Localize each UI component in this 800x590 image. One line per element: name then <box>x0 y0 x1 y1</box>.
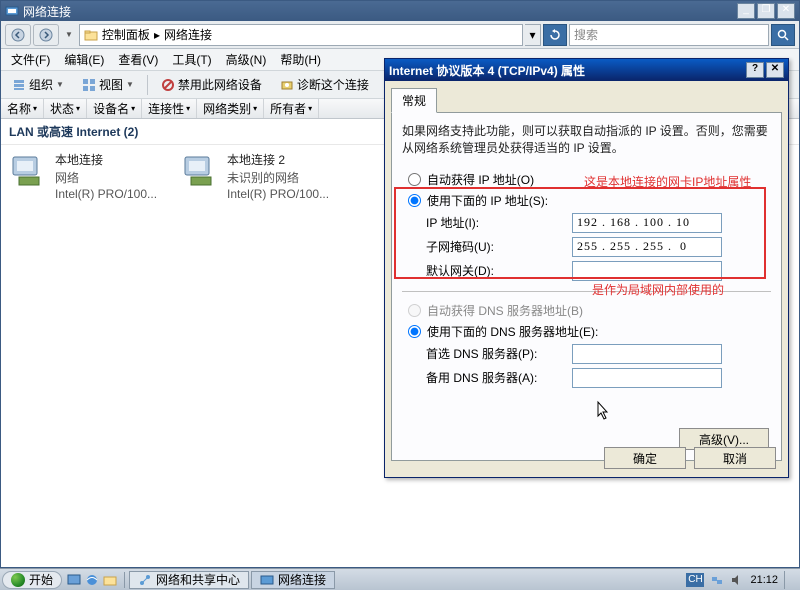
cancel-button[interactable]: 取消 <box>694 447 776 469</box>
address-bar: ▼ 控制面板 ▸ 网络连接 ▾ 搜索 <box>1 21 799 49</box>
address-dropdown[interactable]: ▾ <box>525 24 541 46</box>
tab-general[interactable]: 常规 <box>391 88 437 113</box>
folder-icon <box>84 28 98 42</box>
input-mask[interactable] <box>572 237 722 257</box>
col-status[interactable]: 状态▾ <box>44 99 87 118</box>
menu-help[interactable]: 帮助(H) <box>274 49 327 70</box>
col-device[interactable]: 设备名▾ <box>87 99 142 118</box>
start-button[interactable]: 开始 <box>2 571 62 589</box>
radio-manual-ip[interactable]: 使用下面的 IP 地址(S): <box>402 190 771 211</box>
address-input[interactable]: 控制面板 ▸ 网络连接 <box>79 24 523 46</box>
tray-volume-icon[interactable] <box>730 573 744 587</box>
task-icon <box>138 573 152 587</box>
radio-manual-ip-input[interactable] <box>408 194 421 207</box>
radio-auto-ip-input[interactable] <box>408 173 421 186</box>
task-network-sharing[interactable]: 网络和共享中心 <box>129 571 249 589</box>
dialog-help-button[interactable]: ? <box>746 62 764 78</box>
col-owner[interactable]: 所有者▾ <box>264 99 319 118</box>
connection-item-1[interactable]: 本地连接 网络 Intel(R) PRO/100... <box>9 151 157 201</box>
task-icon <box>260 573 274 587</box>
col-name[interactable]: 名称▾ <box>1 99 44 118</box>
show-desktop-button[interactable] <box>784 571 792 589</box>
titlebar[interactable]: 网络连接 _ ❐ ✕ <box>1 1 799 21</box>
annotation-text-1: 这是本地连接的网卡IP地址属性 <box>584 173 774 190</box>
quicklaunch-ie[interactable] <box>84 572 100 588</box>
forward-button[interactable] <box>33 24 59 46</box>
views-button[interactable]: 视图▼ <box>75 73 141 96</box>
tabstrip: 常规 <box>391 87 782 113</box>
radio-auto-dns: 自动获得 DNS 服务器地址(B) <box>402 300 771 321</box>
diagnose-icon <box>280 78 294 92</box>
breadcrumb-nc[interactable]: 网络连接 <box>164 26 212 43</box>
conn-name: 本地连接 2 <box>227 151 329 168</box>
minimize-button[interactable]: _ <box>737 3 755 19</box>
radio-manual-dns[interactable]: 使用下面的 DNS 服务器地址(E): <box>402 321 771 342</box>
tcpip-properties-dialog: Internet 协议版本 4 (TCP/IPv4) 属性 ? ✕ 常规 如果网… <box>384 58 789 478</box>
nic-icon <box>181 151 221 191</box>
menu-advanced[interactable]: 高级(N) <box>220 49 273 70</box>
search-input[interactable]: 搜索 <box>569 24 769 46</box>
annotation-text-2: 是作为局域网内部使用的 <box>592 281 724 298</box>
radio-manual-dns-input[interactable] <box>408 325 421 338</box>
menu-tools[interactable]: 工具(T) <box>166 49 217 70</box>
language-indicator[interactable]: CH <box>686 573 704 587</box>
label-dns2: 备用 DNS 服务器(A): <box>426 369 566 386</box>
maximize-button[interactable]: ❐ <box>757 3 775 19</box>
input-dns2[interactable] <box>572 368 722 388</box>
dialog-close-button[interactable]: ✕ <box>766 62 784 78</box>
col-category[interactable]: 网络类别▾ <box>197 99 264 118</box>
description-text: 如果网络支持此功能，则可以获取自动指派的 IP 设置。否则，您需要从网络系统管理… <box>402 123 771 157</box>
task-network-connections[interactable]: 网络连接 <box>251 571 335 589</box>
input-dns1[interactable] <box>572 344 722 364</box>
quicklaunch-desktop[interactable] <box>66 572 82 588</box>
views-icon <box>82 78 96 92</box>
system-tray: CH 21:12 <box>680 571 798 589</box>
dialog-titlebar[interactable]: Internet 协议版本 4 (TCP/IPv4) 属性 ? ✕ <box>385 59 788 81</box>
input-ip[interactable] <box>572 213 722 233</box>
disable-icon <box>161 78 175 92</box>
breadcrumb-cp[interactable]: 控制面板 <box>102 26 150 43</box>
window-icon <box>5 4 19 18</box>
label-gw: 默认网关(D): <box>426 262 566 279</box>
quicklaunch-explorer[interactable] <box>102 572 118 588</box>
connection-item-2[interactable]: 本地连接 2 未识别的网络 Intel(R) PRO/100... <box>181 151 329 201</box>
menu-edit[interactable]: 编辑(E) <box>58 49 110 70</box>
nav-history-dropdown[interactable]: ▼ <box>61 30 77 39</box>
back-button[interactable] <box>5 24 31 46</box>
tray-network-icon[interactable] <box>710 573 724 587</box>
input-gw[interactable] <box>572 261 722 281</box>
label-mask: 子网掩码(U): <box>426 238 566 255</box>
col-connectivity[interactable]: 连接性▾ <box>142 99 197 118</box>
conn-name: 本地连接 <box>55 151 157 168</box>
disable-device-button[interactable]: 禁用此网络设备 <box>154 73 269 96</box>
tab-panel-general: 如果网络支持此功能，则可以获取自动指派的 IP 设置。否则，您需要从网络系统管理… <box>391 113 782 461</box>
menu-view[interactable]: 查看(V) <box>112 49 164 70</box>
conn-sub1: 未识别的网络 <box>227 169 329 186</box>
start-orb-icon <box>11 573 25 587</box>
clock[interactable]: 21:12 <box>750 574 778 586</box>
dialog-title: Internet 协议版本 4 (TCP/IPv4) 属性 <box>389 62 744 79</box>
close-button[interactable]: ✕ <box>777 3 795 19</box>
label-dns1: 首选 DNS 服务器(P): <box>426 345 566 362</box>
conn-sub1: 网络 <box>55 169 157 186</box>
menu-file[interactable]: 文件(F) <box>5 49 56 70</box>
window-title: 网络连接 <box>23 3 737 20</box>
organize-button[interactable]: 组织▼ <box>5 73 71 96</box>
breadcrumb-separator: ▸ <box>154 28 160 42</box>
label-ip: IP 地址(I): <box>426 214 566 231</box>
organize-icon <box>12 78 26 92</box>
conn-sub2: Intel(R) PRO/100... <box>227 187 329 201</box>
search-button[interactable] <box>771 24 795 46</box>
nic-icon <box>9 151 49 191</box>
diagnose-button[interactable]: 诊断这个连接 <box>273 73 376 96</box>
taskbar: 开始 网络和共享中心 网络连接 CH 21:12 <box>0 568 800 590</box>
radio-auto-dns-input <box>408 304 421 317</box>
conn-sub2: Intel(R) PRO/100... <box>55 187 157 201</box>
ok-button[interactable]: 确定 <box>604 447 686 469</box>
refresh-button[interactable] <box>543 24 567 46</box>
